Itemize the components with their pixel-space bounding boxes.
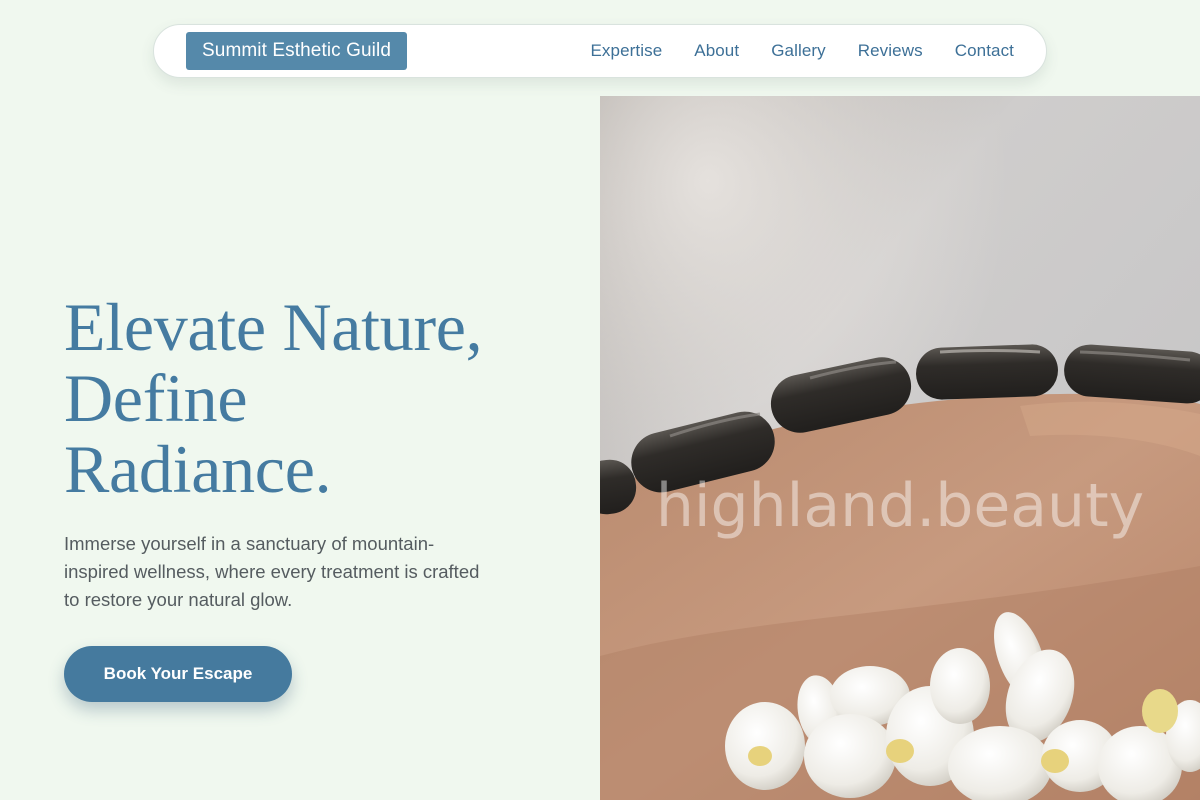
- nav-link-about[interactable]: About: [694, 41, 739, 61]
- watermark-text: highland.beauty: [656, 471, 1144, 541]
- brand-logo[interactable]: Summit Esthetic Guild: [186, 32, 407, 70]
- nav-link-expertise[interactable]: Expertise: [590, 41, 662, 61]
- hero-title-line-2: Define: [64, 360, 248, 436]
- hero-title-line-3: Radiance.: [64, 431, 332, 507]
- nav-links: Expertise About Gallery Reviews Contact: [590, 41, 1014, 61]
- nav-link-reviews[interactable]: Reviews: [858, 41, 923, 61]
- nav-link-contact[interactable]: Contact: [955, 41, 1014, 61]
- hero-title: Elevate Nature, Define Radiance.: [64, 292, 584, 505]
- top-navigation: Summit Esthetic Guild Expertise About Ga…: [153, 24, 1047, 78]
- hero-title-line-1: Elevate Nature,: [64, 289, 483, 365]
- hot-stone-massage-photo: highland.beauty: [600, 96, 1200, 800]
- hero-description: Immerse yourself in a sanctuary of mount…: [64, 533, 480, 610]
- hero-image: highland.beauty: [600, 96, 1200, 800]
- nav-link-gallery[interactable]: Gallery: [771, 41, 826, 61]
- book-escape-button[interactable]: Book Your Escape: [64, 646, 292, 702]
